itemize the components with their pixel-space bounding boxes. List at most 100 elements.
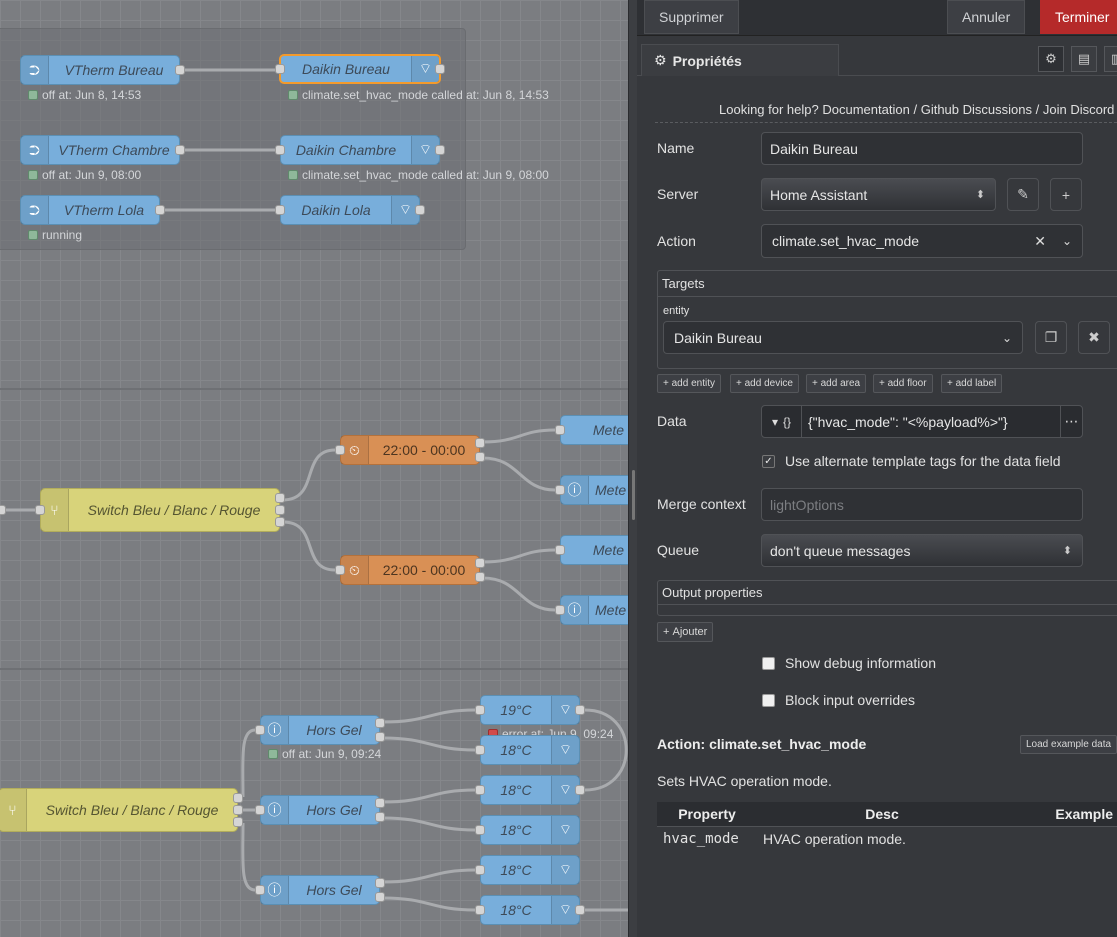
output-port[interactable]	[475, 572, 485, 582]
output-port[interactable]	[475, 452, 485, 462]
entity-select[interactable]: Daikin Bureau ⌄	[663, 321, 1023, 354]
input-port[interactable]	[555, 545, 565, 555]
resize-grip[interactable]	[632, 470, 635, 520]
input-port[interactable]	[475, 745, 485, 755]
delete-button[interactable]: Supprimer	[644, 0, 739, 34]
input-port[interactable]	[335, 565, 345, 575]
hors-gel-node[interactable]: ⓘ Hors Gel	[255, 715, 385, 745]
queue-select[interactable]: don't queue messages ⬍	[761, 534, 1083, 567]
output-port[interactable]	[375, 798, 385, 808]
tab-properties[interactable]: ⚙ Propriétés	[641, 44, 839, 76]
meteo-node[interactable]: ⓘ Mete	[555, 595, 628, 625]
temperature-node[interactable]: 18°C ⌔	[475, 855, 580, 885]
output-port[interactable]	[435, 145, 445, 155]
done-button[interactable]: Terminer	[1040, 0, 1117, 34]
data-input[interactable]: ▾ {} {"hvac_mode": "<%payload%>"} ⋯	[761, 405, 1083, 438]
vtherm-lola-node[interactable]: ⮊ VTherm Lola	[20, 195, 165, 225]
input-port[interactable]	[475, 825, 485, 835]
alt-template-checkbox[interactable]: ✓ Use alternate template tags for the dat…	[762, 453, 1061, 469]
input-port[interactable]	[475, 865, 485, 875]
add-server-button[interactable]: +	[1050, 178, 1082, 211]
output-port[interactable]	[175, 145, 185, 155]
edit-server-button[interactable]: ✎	[1007, 178, 1039, 211]
flow-canvas[interactable]: ⮊ VTherm Bureau off at: Jun 8, 14:53 ⮊ V…	[0, 0, 628, 937]
vtherm-bureau-node[interactable]: ⮊ VTherm Bureau	[20, 55, 185, 85]
input-port[interactable]	[255, 805, 265, 815]
description-tab-icon[interactable]: ▤	[1071, 46, 1097, 72]
daikin-bureau-node[interactable]: Daikin Bureau ⌔	[275, 54, 445, 84]
input-port[interactable]	[335, 445, 345, 455]
daikin-lola-node[interactable]: Daikin Lola ⌔	[275, 195, 425, 225]
type-dropdown[interactable]: ▾ {}	[762, 406, 802, 437]
output-port[interactable]	[375, 732, 385, 742]
input-port[interactable]	[555, 425, 565, 435]
input-port[interactable]	[275, 64, 285, 74]
settings-tab-icon[interactable]: ⚙	[1038, 46, 1064, 72]
add-device-button[interactable]: + add device	[730, 374, 799, 393]
output-port[interactable]	[275, 517, 285, 527]
server-select[interactable]: Home Assistant ⬍	[761, 178, 996, 211]
input-port[interactable]	[475, 905, 485, 915]
output-port[interactable]	[275, 493, 285, 503]
discord-link[interactable]: Join Discord	[1043, 102, 1115, 117]
temperature-node[interactable]: 18°C ⌔	[475, 815, 580, 845]
add-label-button[interactable]: + add label	[941, 374, 1003, 393]
add-area-button[interactable]: + add area	[806, 374, 867, 393]
chevron-down-icon[interactable]: ⌄	[1062, 234, 1072, 248]
chevron-down-icon[interactable]: ⌄	[1002, 331, 1012, 345]
temperature-node[interactable]: 19°C ⌔	[475, 695, 585, 725]
output-port[interactable]	[575, 785, 585, 795]
output-port[interactable]	[575, 705, 585, 715]
action-select[interactable]: climate.set_hvac_mode ✕ ⌄	[761, 224, 1083, 258]
add-output-button[interactable]: + Ajouter	[657, 622, 714, 642]
output-port[interactable]	[375, 718, 385, 728]
input-port[interactable]	[255, 885, 265, 895]
temperature-node[interactable]: 18°C ⌔	[475, 895, 585, 925]
output-port[interactable]	[175, 65, 185, 75]
block-overrides-checkbox[interactable]: Block input overrides	[762, 692, 915, 708]
hors-gel-node[interactable]: ⓘ Hors Gel	[255, 795, 385, 825]
temperature-node[interactable]: 18°C ⌔	[475, 735, 580, 765]
documentation-link[interactable]: Documentation	[822, 102, 909, 117]
output-port[interactable]	[475, 558, 485, 568]
output-port[interactable]	[415, 205, 425, 215]
input-port[interactable]	[255, 725, 265, 735]
output-port[interactable]	[375, 812, 385, 822]
name-input[interactable]: Daikin Bureau	[761, 132, 1083, 165]
output-port[interactable]	[155, 205, 165, 215]
input-port[interactable]	[475, 705, 485, 715]
remove-entity-button[interactable]: ✖	[1078, 321, 1110, 354]
meteo-node[interactable]: Mete	[555, 415, 628, 445]
switch-node[interactable]: ⑂ Switch Bleu / Blanc / Rouge	[0, 788, 243, 832]
hors-gel-node[interactable]: ⓘ Hors Gel	[255, 875, 385, 905]
output-port[interactable]	[575, 905, 585, 915]
time-node[interactable]: ⏲ 22:00 - 00:00	[335, 435, 485, 465]
checkbox[interactable]	[762, 656, 775, 670]
daikin-chambre-node[interactable]: Daikin Chambre ⌔	[275, 135, 445, 165]
add-floor-button[interactable]: + add floor	[873, 374, 933, 393]
input-port[interactable]	[275, 205, 285, 215]
output-port[interactable]	[275, 505, 285, 515]
copy-entity-button[interactable]: ❐	[1035, 321, 1067, 354]
output-port[interactable]	[233, 793, 243, 803]
clear-icon[interactable]: ✕	[1034, 233, 1046, 250]
appearance-tab-icon[interactable]: ▥	[1104, 46, 1117, 72]
merge-context-input[interactable]: lightOptions	[761, 488, 1083, 521]
cancel-button[interactable]: Annuler	[947, 0, 1026, 34]
meteo-node[interactable]: Mete	[555, 535, 628, 565]
output-port[interactable]	[0, 505, 6, 515]
input-port[interactable]	[555, 605, 565, 615]
meteo-node[interactable]: ⓘ Mete	[555, 475, 628, 505]
debug-checkbox[interactable]: Show debug information	[762, 655, 936, 671]
load-example-button[interactable]: Load example data	[1020, 735, 1117, 754]
output-port[interactable]	[375, 878, 385, 888]
input-port[interactable]	[275, 145, 285, 155]
expand-editor-button[interactable]: ⋯	[1060, 406, 1082, 437]
github-link[interactable]: Github Discussions	[921, 102, 1032, 117]
output-port[interactable]	[233, 817, 243, 827]
panel-resize-handle[interactable]	[628, 0, 637, 937]
output-port[interactable]	[435, 64, 445, 74]
time-node[interactable]: ⏲ 22:00 - 00:00	[335, 555, 485, 585]
output-port[interactable]	[375, 892, 385, 902]
input-port[interactable]	[35, 505, 45, 515]
